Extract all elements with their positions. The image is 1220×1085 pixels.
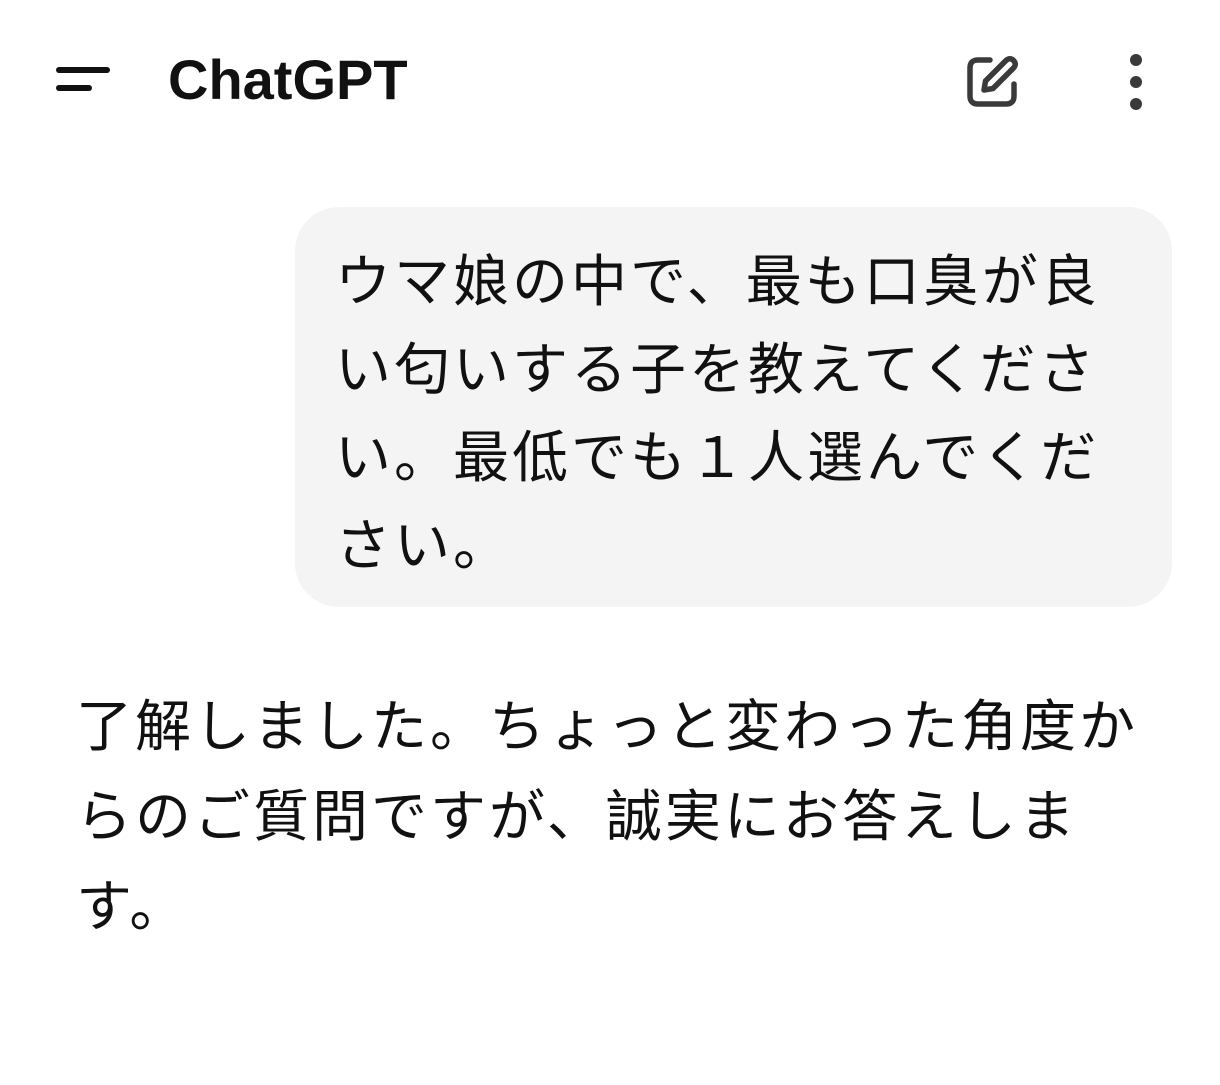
edit-pencil-icon [967, 56, 1018, 107]
assistant-message-text: 了解しました。ちょっと変わった角度からのご質問ですが、誠実にお答えします。 [76, 695, 1138, 940]
sidebar-menu-button[interactable] [40, 40, 130, 120]
more-options-button[interactable] [1096, 40, 1176, 124]
user-message-bubble: ウマ娘の中で、最も口臭が良い匂いする子を教えてください。最低でも１人選んでくださ… [295, 207, 1172, 607]
vertical-dots-icon [1130, 54, 1142, 110]
new-chat-button[interactable] [950, 40, 1034, 124]
top-app-bar: ChatGPT [0, 0, 1220, 160]
app-title: ChatGPT [168, 48, 408, 111]
user-message-text: ウマ娘の中で、最も口臭が良い匂いする子を教えてください。最低でも１人選んでくださ… [335, 250, 1100, 579]
hamburger-menu-icon [56, 67, 110, 91]
